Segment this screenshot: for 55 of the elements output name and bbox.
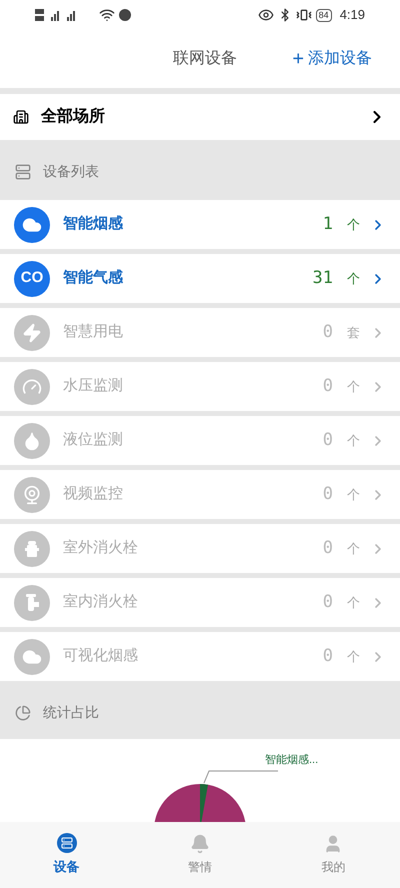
page-title: 联网设备	[173, 49, 237, 69]
unit-label: 个	[347, 486, 360, 504]
device-count: 0	[322, 644, 333, 668]
device-count: 0	[322, 482, 333, 506]
device-count: 0	[322, 374, 333, 398]
nav-tab[interactable]: 我的	[266, 834, 400, 876]
device-count: 1	[322, 212, 333, 236]
device-row[interactable]: 智慧用电 0 套	[0, 308, 400, 357]
section-title: 统计占比	[43, 703, 99, 722]
building-icon	[13, 109, 29, 125]
device-count: 0	[322, 428, 333, 452]
unit-label: 个	[347, 648, 360, 666]
unit-label: 套	[347, 324, 360, 342]
device-name: 智慧用电	[63, 322, 123, 342]
place-selector[interactable]: 全部场所	[0, 94, 400, 140]
server-icon	[15, 164, 31, 180]
unit-label: 个	[347, 594, 360, 612]
bell-icon	[190, 834, 210, 854]
section-title: 设备列表	[43, 162, 99, 181]
co-icon: CO	[14, 260, 50, 296]
device-count: 0	[322, 320, 333, 344]
device-row[interactable]: 室内消火栓 0 个	[0, 578, 400, 627]
nav-tab[interactable]: 设备	[0, 833, 134, 877]
device-name: 可视化烟感	[63, 646, 138, 666]
device-count: 31	[312, 266, 333, 290]
battery-level: 84	[316, 8, 332, 22]
device-name: 智能气感	[63, 268, 123, 288]
device-name: 智能烟感	[63, 214, 123, 234]
unit-label: 个	[347, 270, 360, 288]
unit-label: 个	[347, 378, 360, 396]
device-count: 0	[322, 590, 333, 614]
nav-tab[interactable]: 警情	[133, 834, 267, 876]
device-row[interactable]: 智能烟感 1 个	[0, 200, 400, 249]
vibrate-icon	[296, 7, 312, 23]
device-name: 水压监测	[63, 376, 123, 396]
clock-time: 4:19	[340, 6, 365, 24]
device-row[interactable]: 视频监控 0 个	[0, 470, 400, 519]
device-row[interactable]: 水压监测 0 个	[0, 362, 400, 411]
server-icon	[56, 833, 77, 854]
device-count: 0	[322, 536, 333, 560]
device-row[interactable]: CO 智能气感 31 个	[0, 254, 400, 303]
device-name: 室外消火栓	[63, 538, 138, 558]
slice-label: 智能烟感...	[265, 753, 318, 768]
device-row[interactable]: 室外消火栓 0 个	[0, 524, 400, 573]
eye-icon	[258, 7, 274, 23]
unit-label: 个	[347, 432, 360, 450]
add-device-button[interactable]: + 添加设备	[292, 47, 372, 71]
device-name: 室内消火栓	[63, 592, 138, 612]
pie-icon	[15, 704, 31, 720]
device-row[interactable]: 可视化烟感 0 个	[0, 632, 400, 681]
unit-label: 个	[347, 540, 360, 558]
device-name: 视频监控	[63, 484, 123, 504]
device-row[interactable]: 液位监测 0 个	[0, 416, 400, 465]
device-name: 液位监测	[63, 430, 123, 450]
unit-label: 个	[347, 216, 360, 234]
